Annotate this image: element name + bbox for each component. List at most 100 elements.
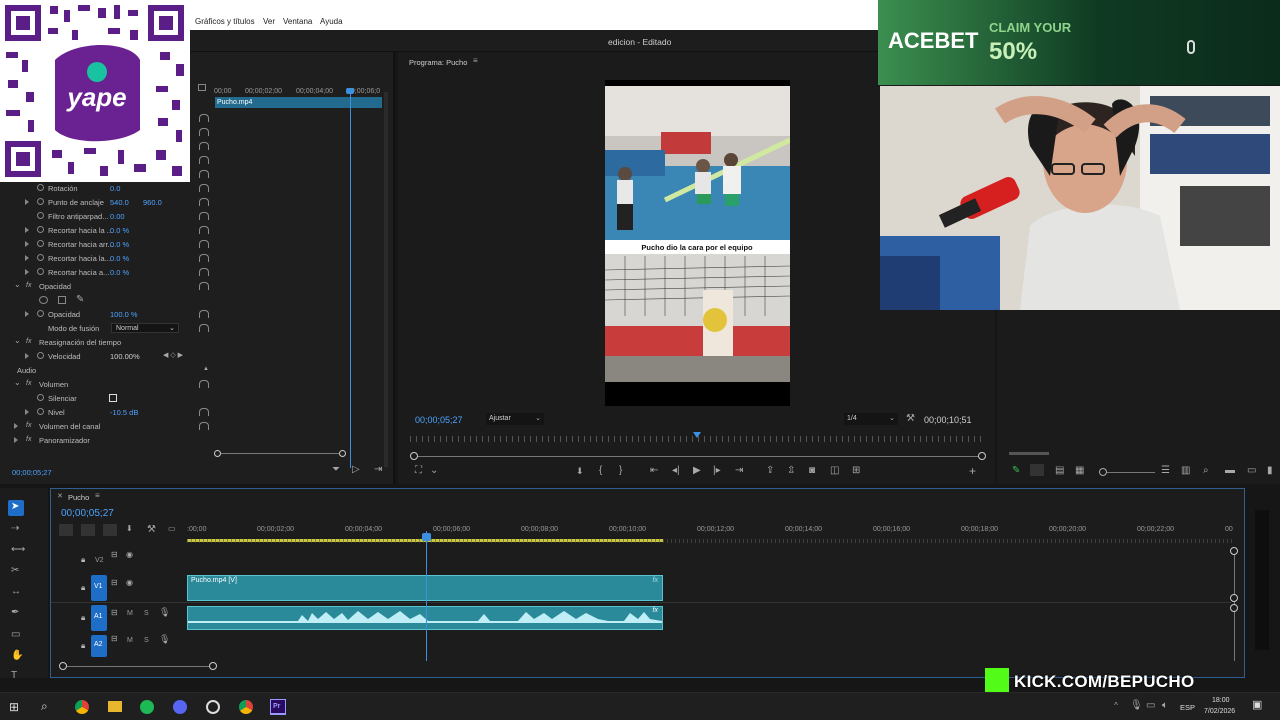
prop-value[interactable]: 0.0 % (110, 240, 129, 249)
vscroll-handle[interactable] (1230, 594, 1238, 602)
reset-icon[interactable] (199, 282, 209, 290)
add-marker-icon[interactable]: ⬇ (576, 467, 584, 476)
mark-in-icon[interactable]: { (599, 466, 602, 476)
nest-toggle[interactable] (59, 524, 73, 536)
go-to-out-icon[interactable]: ⇥ (735, 466, 743, 476)
microphone-icon[interactable]: 🎙︎ (1130, 701, 1143, 711)
settings-icon[interactable]: ⛶ (415, 466, 422, 476)
prop-row-crop-top[interactable]: Recortar hacia arr... 0.0 % (0, 237, 215, 251)
chevron-up-icon[interactable]: ^ (1114, 702, 1118, 710)
collapse-icon[interactable]: ⌄ (14, 281, 21, 289)
panner-header[interactable]: fx Panoramizador (0, 433, 215, 447)
reset-icon[interactable] (199, 254, 209, 262)
prop-value[interactable]: 100.0 % (110, 310, 138, 319)
expand-icon[interactable] (25, 353, 29, 359)
track-select-icon[interactable]: ⇢ (11, 524, 19, 534)
clock-time[interactable]: 18:00 (1212, 697, 1230, 704)
sync-lock-icon[interactable]: ⊟ (111, 551, 118, 559)
prop-row-crop-bottom[interactable]: Recortar hacia a... 0.0 % (0, 265, 215, 279)
reset-icon[interactable] (199, 422, 209, 430)
prop-value-2[interactable]: 960.0 (143, 198, 162, 207)
fx-timecode[interactable]: 00;00;05;27 (12, 468, 52, 477)
reset-icon[interactable] (199, 212, 209, 220)
stopwatch-icon[interactable] (37, 408, 44, 415)
expand-icon[interactable] (25, 409, 29, 415)
track-target-a2[interactable]: A2 (91, 635, 107, 657)
reset-icon[interactable] (199, 380, 209, 388)
timeline-playhead-handle[interactable] (422, 533, 431, 541)
eye-icon[interactable]: ◉ (126, 579, 133, 587)
type-tool-icon[interactable]: T (11, 671, 17, 681)
prop-row-crop-right[interactable]: Recortar hacia la... 0.0 % (0, 251, 215, 265)
menu-window[interactable]: Ventana (283, 17, 312, 26)
stopwatch-icon[interactable] (37, 268, 44, 275)
reset-icon[interactable] (199, 226, 209, 234)
add-button-icon[interactable]: + (969, 465, 976, 477)
list-icon[interactable]: ▤ (1055, 466, 1064, 476)
chrome-icon[interactable] (239, 700, 253, 714)
reset-icon[interactable] (199, 310, 209, 318)
keyframe-nav-icon[interactable]: ◀ ◇ ▶ (163, 352, 183, 359)
fx-zoom-handle-left[interactable] (214, 450, 221, 457)
prop-value[interactable]: 0.0 % (110, 226, 129, 235)
expand-icon[interactable] (25, 227, 29, 233)
prop-value[interactable]: 0.00 (110, 212, 125, 221)
lock-icon[interactable]: 🔒︎ (81, 555, 85, 565)
expand-icon[interactable] (25, 199, 29, 205)
reset-icon[interactable] (199, 198, 209, 206)
expand-icon[interactable] (25, 255, 29, 261)
prop-row-mute[interactable]: Silenciar (0, 391, 215, 405)
scroll-up-icon[interactable]: ▲ (203, 366, 209, 372)
ellipse-mask-icon[interactable] (39, 296, 48, 304)
reset-icon[interactable] (199, 408, 209, 416)
collapse-icon[interactable]: ⌄ (14, 379, 21, 387)
play-only-audio-icon[interactable]: ▷ (352, 465, 360, 475)
menu-help[interactable]: Ayuda (320, 17, 343, 26)
discord-icon[interactable] (173, 700, 187, 714)
resolution-select[interactable]: 1/4 ⌄ (844, 413, 898, 425)
reset-icon[interactable] (199, 268, 209, 276)
camera-icon[interactable]: ◙ (809, 466, 815, 476)
fx-playhead-handle[interactable] (346, 88, 354, 94)
notification-icon[interactable]: ▣ (1252, 700, 1262, 711)
solo-track-button[interactable]: S (144, 637, 149, 644)
snap-toggle[interactable] (81, 524, 95, 536)
obs-icon[interactable] (206, 700, 220, 714)
reset-icon[interactable] (199, 240, 209, 248)
program-zoom-bar[interactable] (414, 456, 982, 457)
prop-row-anchor[interactable]: Punto de anclaje 540.0 960.0 (0, 195, 215, 209)
volume-header[interactable]: ⌄ fx Volumen (0, 377, 215, 391)
new-item-icon[interactable]: ▭ (1247, 466, 1256, 476)
rect-mask-icon[interactable] (58, 296, 66, 304)
prop-value[interactable]: 540.0 (110, 198, 129, 207)
timeline-timecode[interactable]: 00;00;05;27 (61, 508, 114, 519)
prop-row-blend[interactable]: Modo de fusión Normal ⌄ (0, 321, 215, 335)
timeline-playhead[interactable] (426, 531, 427, 661)
prop-value[interactable]: 0.0 % (110, 254, 129, 263)
captions-icon[interactable]: ▭ (168, 525, 176, 533)
track-target-a1[interactable]: A1 (91, 605, 107, 631)
add-marker-icon[interactable]: ⬇ (126, 525, 133, 533)
lock-icon[interactable]: 🔒︎ (81, 641, 85, 651)
expand-icon[interactable] (25, 241, 29, 247)
razor-icon[interactable]: ✂ (11, 566, 19, 576)
prop-row-level[interactable]: Nivel -10.5 dB (0, 405, 215, 419)
language-indicator[interactable]: ESP (1180, 703, 1195, 712)
panel-menu-icon[interactable]: ≡ (473, 57, 478, 65)
prop-row-opacity[interactable]: Opacidad 100.0 % (0, 307, 215, 321)
wrench-icon[interactable]: ⚒ (906, 414, 915, 424)
sequence-tab[interactable]: Pucho (68, 493, 89, 502)
fx-playhead[interactable] (350, 88, 351, 468)
track-target-v1[interactable]: V1 (91, 575, 107, 601)
fx-ruler[interactable]: 00;00 00;00;02;00 00;00;04;00 00;00;06;0 (214, 85, 384, 97)
stopwatch-icon[interactable] (37, 212, 44, 219)
reset-icon[interactable] (199, 114, 209, 122)
file-explorer-icon[interactable] (108, 701, 122, 712)
stopwatch-icon[interactable] (37, 254, 44, 261)
spotify-icon[interactable] (140, 700, 154, 714)
fx-scrollbar[interactable] (384, 92, 388, 467)
stopwatch-icon[interactable] (37, 198, 44, 205)
expand-icon[interactable] (14, 437, 18, 443)
windows-start-icon[interactable]: ⊞ (9, 701, 19, 713)
search-icon[interactable]: ⌕ (41, 700, 48, 712)
